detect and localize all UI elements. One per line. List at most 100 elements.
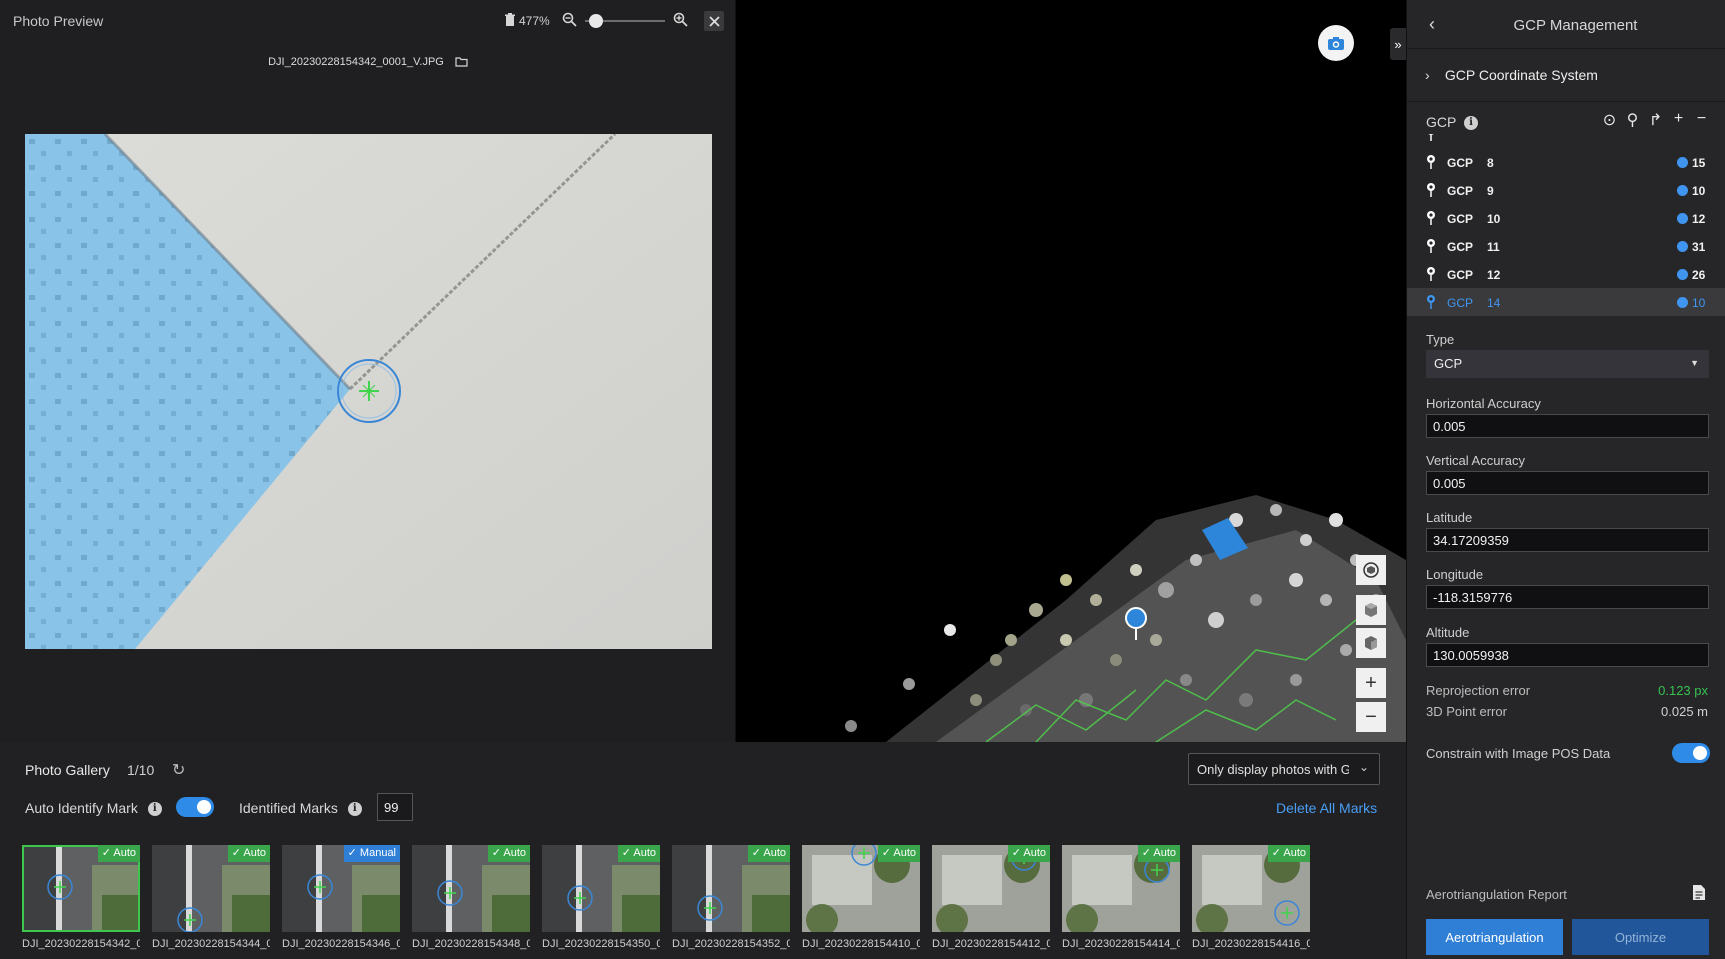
trash-icon[interactable] (504, 12, 516, 30)
altitude-field[interactable]: 130.0059938 (1426, 643, 1709, 667)
zoom-slider[interactable] (584, 14, 665, 28)
photo-thumbnail[interactable]: ✓ Auto DJI_20230228154348_0004_V.JPG (412, 845, 530, 955)
horizontal-accuracy-field[interactable]: 0.005 (1426, 414, 1709, 438)
zoom-toolbar: 477% (504, 11, 688, 31)
gcp-photo-count: 10 (1692, 184, 1706, 198)
gcp-photo-count: 10 (1692, 296, 1706, 310)
photo-thumbnail[interactable]: ✓ Auto DJI_20230228154350_0005_V.JPG (542, 845, 660, 955)
coordinate-system-label: GCP Coordinate System (1444, 67, 1598, 83)
type-label: Type (1426, 332, 1455, 347)
gcp-photo-count: 12 (1692, 212, 1706, 226)
photo-thumbnail[interactable]: ✓ Auto DJI_20230228154342_0001_V.JPG (22, 845, 140, 955)
cube-icon (1365, 603, 1377, 617)
top-view-button[interactable] (1356, 595, 1386, 625)
info-icon[interactable]: i (1463, 116, 1478, 131)
latitude-label: Latitude (1426, 510, 1473, 525)
locate-icon[interactable]: ⊙ (1601, 110, 1618, 130)
type-select[interactable]: GCP ▼ (1426, 350, 1709, 378)
zoom-out-icon[interactable] (562, 12, 577, 30)
photo-preview-panel: Photo Preview 477% DJI_20230228154342_00… (0, 0, 736, 742)
gcp-list-item[interactable]: GCP 14 10 (1407, 288, 1725, 316)
auto-identify-toggle[interactable] (176, 797, 214, 817)
photo-count-icon (1677, 269, 1688, 280)
mark-status-badge: ✓ Manual (343, 845, 400, 862)
gallery-count: 1/10 (127, 762, 155, 778)
gcp-list-item[interactable]: GCP 9 10 (1407, 176, 1725, 204)
vertical-accuracy-field[interactable]: 0.005 (1426, 471, 1709, 495)
check-icon: ✓ (347, 847, 360, 859)
photo-thumbnail[interactable]: ✓ Auto DJI_20230228154412_0013_V.JPG (932, 845, 1050, 955)
vertical-accuracy-label: Vertical Accuracy (1426, 453, 1525, 468)
pin-icon (1426, 266, 1436, 286)
photo-count-icon (1677, 185, 1688, 196)
export-arrow-icon[interactable]: ↱ (1647, 110, 1664, 130)
check-icon: ✓ (881, 847, 894, 859)
gcp-number: 10 (1487, 212, 1501, 226)
mark-status-badge: ✓ Auto (1007, 845, 1050, 862)
longitude-field[interactable]: -118.3159776 (1426, 585, 1709, 609)
reprojection-error-label: Reprojection error (1426, 683, 1531, 698)
caret-down-icon: ▼ (1690, 358, 1699, 368)
gcp-list-item[interactable]: GCP 11 31 (1407, 232, 1725, 260)
gcp-label: GCP (1447, 240, 1474, 254)
photo-filter-select[interactable]: Only display photos with GCPs ⌄ (1188, 753, 1380, 785)
report-document-icon[interactable] (1692, 884, 1706, 906)
pin-icon (1426, 238, 1436, 258)
gcp-list-item[interactable]: GCP 8 15 (1407, 148, 1725, 176)
photo-thumbnail[interactable]: ✓ Auto DJI_20230228154352_0006_V.JPG (672, 845, 790, 955)
horizontal-accuracy-label: Horizontal Accuracy (1426, 396, 1541, 411)
search-pin-icon[interactable]: ⚲ (1624, 110, 1641, 130)
pin-icon (1426, 210, 1436, 230)
identified-marks-input[interactable]: 99 (377, 793, 413, 821)
coordinate-system-row[interactable]: › GCP Coordinate System (1425, 67, 1598, 83)
add-icon[interactable]: + (1670, 110, 1687, 130)
perspective-view-button[interactable] (1356, 628, 1386, 658)
check-icon: ✓ (1141, 847, 1154, 859)
point-error-value: 0.025 m (1661, 704, 1708, 719)
zoom-in-button[interactable]: + (1356, 668, 1386, 698)
gcp-list-header: GCP i (1426, 114, 1478, 131)
screenshot-button[interactable] (1318, 25, 1354, 61)
latitude-field[interactable]: 34.17209359 (1426, 528, 1709, 552)
mark-status-text: Auto (243, 847, 266, 859)
constrain-pos-toggle[interactable] (1672, 743, 1710, 763)
photo-thumbnail[interactable]: ✓ Manual DJI_20230228154346_0003_V.JPG (282, 845, 400, 955)
preview-header: Photo Preview 477% (0, 0, 736, 42)
gcp-list-item[interactable] (1407, 134, 1725, 148)
camera-icon (1328, 36, 1344, 50)
divider (1407, 101, 1725, 102)
3d-model-view[interactable]: » + − (736, 0, 1406, 742)
photo-thumbnail[interactable]: ✓ Auto DJI_20230228154344_0002_V.JPG (152, 845, 270, 955)
minus-icon: − (1365, 705, 1377, 728)
expand-panel-button[interactable]: » (1390, 28, 1406, 60)
zoom-out-button[interactable]: − (1356, 702, 1386, 732)
delete-all-marks-link[interactable]: Delete All Marks (1276, 800, 1377, 816)
point-error-label: 3D Point error (1426, 704, 1507, 719)
photo-thumbnail[interactable]: ✓ Auto DJI_20230228154410_0012_V.JPG (802, 845, 920, 955)
gcp-mark-crosshair-icon[interactable] (336, 358, 402, 424)
zoom-slider-handle[interactable] (588, 14, 603, 28)
info-icon[interactable]: i (147, 802, 162, 817)
photo-count-icon (1677, 241, 1688, 252)
photo-thumbnail[interactable]: ✓ Auto DJI_20230228154414_0014_V.JPG (1062, 845, 1180, 955)
photo-thumbnail[interactable]: ✓ Auto DJI_20230228154416_0015_V.JPG (1192, 845, 1310, 955)
thumbnail-filename: DJI_20230228154348_0004_V.JPG (412, 938, 530, 950)
photo-canvas[interactable] (25, 134, 712, 649)
aerotriangulation-button[interactable]: Aerotriangulation (1426, 919, 1563, 955)
folder-icon[interactable] (455, 56, 468, 70)
gcp-number: 11 (1487, 240, 1500, 254)
view-mode-button[interactable] (1356, 555, 1386, 585)
gcp-label: GCP (1447, 212, 1474, 226)
thumbnail-filename: DJI_20230228154350_0005_V.JPG (542, 938, 660, 950)
zoom-in-icon[interactable] (673, 12, 688, 30)
check-icon: ✓ (101, 847, 114, 859)
thumbnail-filename: DJI_20230228154412_0013_V.JPG (932, 938, 1050, 950)
refresh-icon[interactable]: ↻ (172, 760, 185, 780)
optimize-button[interactable]: Optimize (1572, 919, 1709, 955)
info-icon[interactable]: i (347, 802, 362, 817)
gcp-list-item[interactable]: GCP 10 12 (1407, 204, 1725, 232)
remove-icon[interactable]: − (1693, 110, 1710, 130)
gcp-management-panel: ‹ GCP Management › GCP Coordinate System… (1406, 0, 1725, 959)
close-preview-button[interactable] (704, 11, 724, 31)
gcp-list-item[interactable]: GCP 12 26 (1407, 260, 1725, 288)
